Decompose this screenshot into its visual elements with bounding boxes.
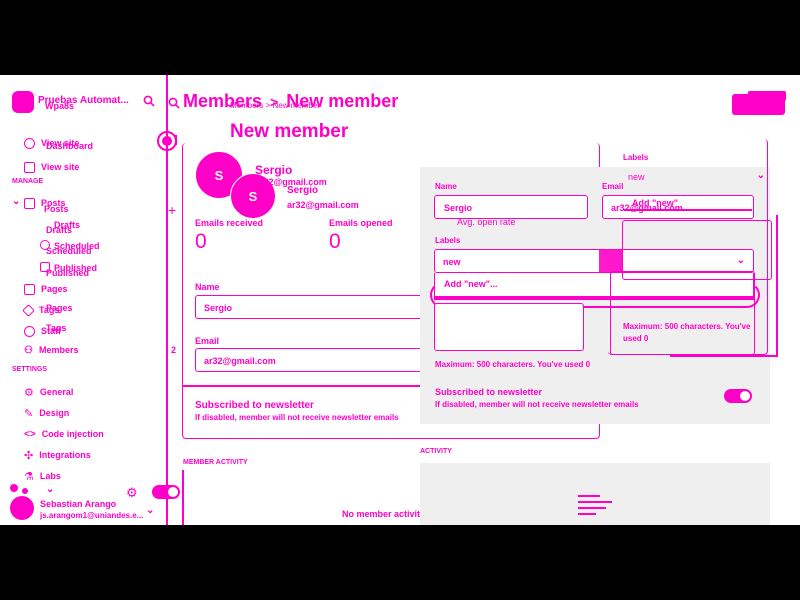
breadcrumb-ghost: Members > New member [230, 101, 321, 110]
save-button-ghost [748, 91, 786, 101]
user-email: js.arangom1@uniandes.e... [40, 511, 144, 520]
app-window: Pruebas Automat... Wpa8s View site Dashb… [0, 75, 800, 525]
staff-icon [24, 325, 35, 337]
front-note-help: Maximum: 500 characters. You've used 0 [435, 360, 591, 369]
camera-circle-icon[interactable] [157, 131, 177, 151]
right-frame-bottom [670, 355, 778, 357]
activity-header: ACTIVITY [420, 448, 452, 455]
front-name-input[interactable]: Sergio [434, 195, 588, 219]
user-avatar-small[interactable] [10, 484, 18, 492]
user-chevron-down-icon[interactable]: ⌄ [146, 505, 154, 516]
member-activity-frame [182, 470, 184, 525]
right-add-label-underline [624, 209, 752, 211]
emails-received-value: 0 [195, 230, 207, 253]
posts-chevron-icon[interactable]: ⌄ [12, 196, 20, 207]
manage-header: MANAGE [12, 178, 44, 185]
front-subscribed-label: Subscribed to newsletter [435, 387, 543, 397]
gear-icon: ⚙ [24, 386, 34, 399]
right-labels-label: Labels [623, 153, 649, 162]
drafts-ghost: Drafts [46, 225, 73, 235]
sidebar-item-pages[interactable]: Pages [24, 282, 68, 296]
right-note-help-line1: Maximum: 500 characters. You've [623, 322, 751, 331]
posts-ghost: Posts [44, 204, 69, 214]
right-note-help-line2: used 0 [623, 334, 649, 343]
user-avatar[interactable] [10, 496, 34, 520]
back-subscribed-label: Subscribed to newsletter [195, 400, 314, 411]
dashboard-ghost: Dashboard [46, 141, 94, 151]
member-name: Sergio [255, 163, 293, 177]
sidebar-item-labs[interactable]: ⚗ Labs [24, 469, 61, 483]
dashboard-icon [24, 137, 35, 149]
scheduled-ghost: Scheduled [46, 246, 92, 256]
sidebar-item-staff[interactable]: Staff [24, 324, 61, 338]
member-activity-header: MEMBER ACTIVITY [183, 459, 248, 466]
front-note-textarea[interactable] [434, 303, 584, 351]
right-labels-select[interactable]: new ⌄ [622, 166, 768, 188]
emails-opened-value: 0 [329, 230, 341, 253]
posts-icon [24, 197, 35, 209]
sidebar: Pruebas Automat... Wpa8s View site Dashb… [0, 75, 180, 525]
pages-icon [24, 283, 35, 295]
sidebar-item-integrations[interactable]: ✣ Integrations [24, 448, 91, 462]
site-title-ghost: Wpa8s [45, 101, 75, 111]
night-mode-toggle[interactable] [152, 485, 180, 499]
front-name-label: Name [435, 182, 457, 191]
user-name: Sebastian Arango [40, 499, 117, 509]
page-title: New member [230, 121, 349, 142]
design-icon: ✎ [24, 407, 34, 420]
right-add-label-option[interactable]: Add "new" [632, 198, 678, 208]
front-labels-label: Labels [435, 236, 461, 245]
integrations-icon: ✣ [24, 449, 34, 462]
back-subscribed-help: If disabled, member will not receive new… [195, 413, 399, 422]
code-icon: <> [24, 428, 36, 440]
sidebar-item-design[interactable]: ✎ Design [24, 406, 69, 420]
site-logo[interactable] [12, 91, 34, 113]
back-name-label: Name [195, 282, 220, 292]
activity-placeholder-lines [578, 495, 614, 525]
member-name-ghost: Sergio [287, 185, 319, 196]
member-email-ghost: ar32@gmail.com [287, 200, 359, 210]
sidebar-item-view-site[interactable]: View site [24, 160, 79, 174]
view-site-icon [24, 161, 35, 173]
search-icon[interactable] [143, 94, 155, 107]
user-avatar-small-2 [22, 488, 28, 494]
back-divider [183, 385, 423, 387]
front-subscribed-toggle[interactable] [724, 389, 752, 403]
right-labels-chevron-icon: ⌄ [756, 170, 765, 181]
settings-gear-icon[interactable]: ⚙ [126, 485, 138, 501]
emails-received-label: Emails received [195, 218, 264, 228]
header-search-icon[interactable] [168, 96, 180, 109]
members-icon: ⚇ [24, 344, 33, 356]
published-ghost: Published [46, 268, 90, 278]
right-frame-side [776, 215, 778, 355]
back-email-input[interactable]: ar32@gmail.com [195, 348, 445, 372]
sidebar-item-members[interactable]: ⚇ Members [24, 343, 78, 357]
front-subscribed-help: If disabled, member will not receive new… [435, 400, 639, 409]
labs-icon: ⚗ [24, 470, 34, 483]
plus-icon[interactable]: + [168, 202, 176, 218]
settings-header: SETTINGS [12, 366, 48, 373]
sidebar-item-code-injection[interactable]: <> Code injection [24, 427, 104, 441]
emails-opened-label: Emails opened [329, 218, 393, 228]
user-menu-chevron-icon[interactable]: ⌄ [46, 484, 54, 495]
avg-open-rate-label: Avg. open rate [457, 217, 516, 227]
sidebar-item-tags[interactable]: Tags [22, 303, 59, 317]
back-email-label: Email [195, 336, 220, 346]
sidebar-item-general[interactable]: ⚙ General [24, 385, 73, 399]
members-count-badge: 2 [171, 345, 177, 355]
tags-icon [22, 303, 35, 317]
